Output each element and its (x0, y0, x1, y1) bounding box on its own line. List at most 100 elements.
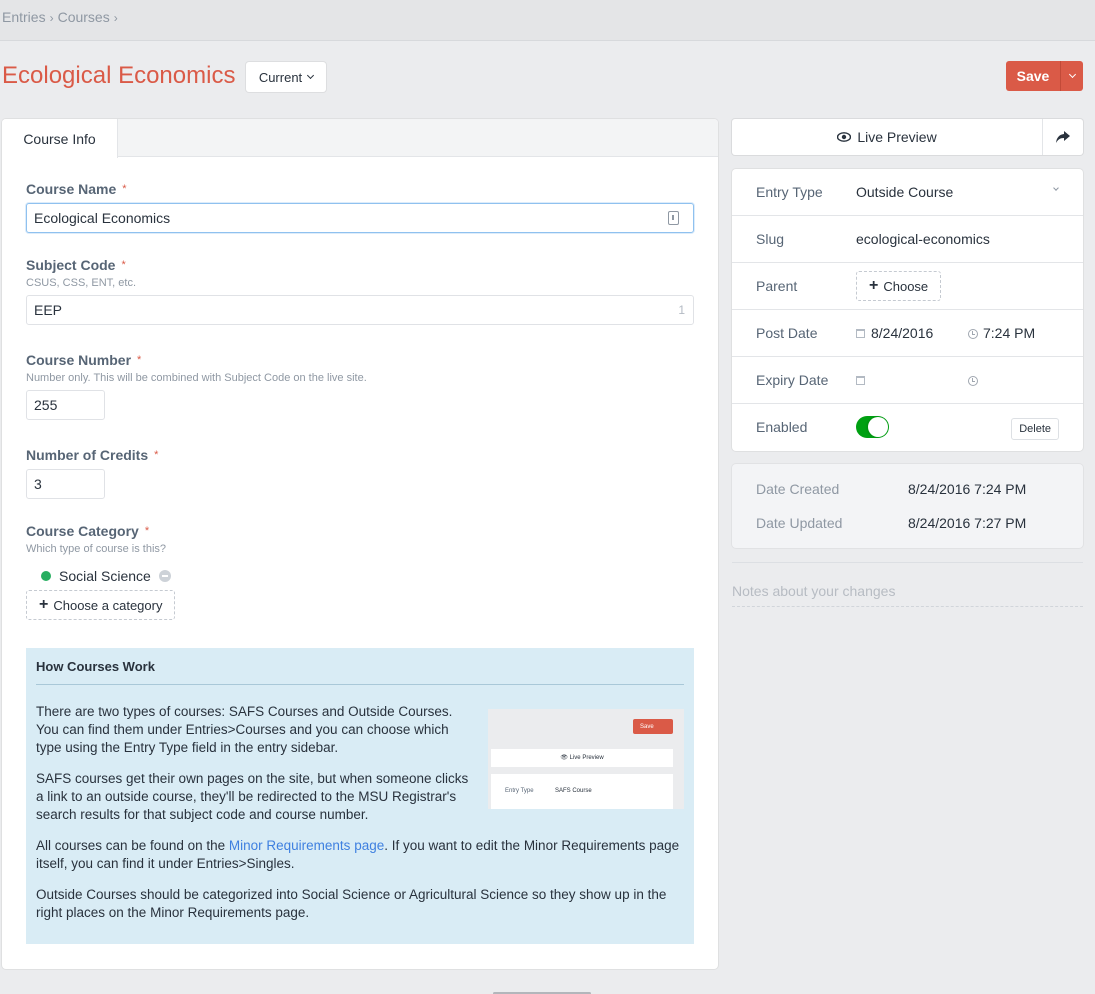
course-number-label: Course Number (26, 352, 132, 368)
enabled-toggle[interactable] (856, 416, 889, 438)
course-name-label: Course Name (26, 181, 117, 197)
choose-parent-label: Choose (883, 278, 929, 294)
entry-type-row: Entry Type Outside Course (732, 169, 1083, 216)
revision-menu-button[interactable]: Current (246, 62, 326, 92)
slug-input[interactable]: ecological-economics (856, 231, 990, 247)
entry-type-value: Outside Course (856, 184, 954, 200)
parent-row: Parent + Choose (732, 263, 1083, 310)
save-options-button[interactable] (1060, 61, 1083, 91)
expiry-date-input[interactable] (856, 372, 871, 388)
live-preview-bar: Live Preview (732, 119, 1083, 155)
calendar-icon (856, 329, 865, 338)
info-box-body: Save 👁 Live Preview Entry Type SAFS Cour… (36, 703, 684, 922)
minor-requirements-link[interactable]: Minor Requirements page (229, 838, 384, 853)
clock-icon (968, 329, 978, 339)
required-icon: * (154, 449, 159, 461)
subject-code-label: Subject Code (26, 257, 116, 273)
subject-code-instructions: CSUS, CSS, ENT, etc. (26, 277, 137, 289)
required-icon: * (137, 354, 142, 366)
tab-bar: Course Info (2, 119, 718, 158)
credits-value: 3 (34, 476, 42, 492)
breadcrumb: Entries › Courses › (2, 9, 122, 25)
breadcrumb-courses[interactable]: Courses (58, 9, 110, 25)
slug-label: Slug (756, 231, 785, 247)
course-number-field: Course Number * Number only. This will be… (26, 352, 694, 420)
subject-code-field: Subject Code * CSUS, CSS, ENT, etc. EEP 1 (26, 257, 694, 325)
post-date-input[interactable]: 8/24/2016 (856, 325, 933, 341)
example-live-preview-label: Live Preview (569, 755, 604, 761)
save-button[interactable]: Save (1006, 61, 1060, 91)
breadcrumb-separator: › (113, 11, 118, 25)
date-updated-label: Date Updated (756, 515, 843, 531)
course-name-value: Ecological Economics (34, 210, 171, 226)
chevron-down-icon (1053, 185, 1059, 191)
parent-label: Parent (756, 278, 798, 294)
divider (732, 562, 1083, 563)
post-date-label: Post Date (756, 325, 818, 341)
credits-field: Number of Credits * 3 (26, 447, 694, 499)
info-box: How Courses Work Save 👁 Live Preview Ent… (26, 648, 694, 944)
chevron-down-icon (307, 71, 315, 80)
breadcrumb-entries[interactable]: Entries (2, 9, 46, 25)
live-preview-label: Live Preview (857, 129, 937, 145)
live-preview-button[interactable]: Live Preview (732, 119, 1042, 155)
course-category-field: Course Category * Which type of course is… (26, 523, 694, 620)
char-counter: 1 (678, 303, 685, 317)
remove-icon[interactable] (158, 570, 171, 582)
entry-type-label: Entry Type (756, 184, 823, 200)
expiry-time-input[interactable] (968, 372, 983, 388)
subject-code-value: EEP (34, 302, 63, 318)
credits-label: Number of Credits (26, 447, 149, 463)
content-pane: Course Info Course Name * Ecological Econ… (2, 119, 718, 969)
example-save-label: Save (640, 723, 654, 730)
post-time-value: 7:24 PM (983, 325, 1036, 341)
expiry-date-label: Expiry Date (756, 372, 829, 388)
entry-dates-pane: Date Created 8/24/2016 7:24 PM Date Upda… (732, 464, 1083, 548)
plus-icon: + (869, 277, 879, 294)
course-number-value: 255 (34, 397, 58, 413)
revision-notes-input[interactable]: Notes about your changes (732, 583, 1083, 607)
post-time-input[interactable]: 7:24 PM (968, 325, 1035, 341)
clock-icon (968, 376, 978, 386)
subject-code-input[interactable]: EEP 1 (26, 295, 694, 325)
required-icon: * (122, 183, 127, 195)
entry-settings-pane: Entry Type Outside Course Slug ecologica… (732, 169, 1083, 451)
example-save-button: Save (633, 719, 673, 734)
course-category-label: Course Category (26, 523, 139, 539)
status-dot-icon (41, 571, 51, 581)
course-number-input[interactable]: 255 (26, 390, 105, 420)
post-date-row: Post Date 8/24/2016 7:24 PM (732, 310, 1083, 357)
date-created-label: Date Created (756, 481, 840, 497)
choose-category-label: Choose a category (53, 597, 163, 613)
entry-type-select[interactable]: Outside Course (856, 184, 1060, 200)
course-number-instructions: Number only. This will be combined with … (26, 372, 367, 384)
share-button[interactable] (1042, 119, 1083, 155)
example-entry-type-value: SAFS Course (555, 788, 592, 794)
breadcrumb-separator: › (49, 11, 54, 25)
example-screenshot-image: Save 👁 Live Preview Entry Type SAFS Cour… (488, 709, 684, 809)
share-icon (1056, 131, 1070, 143)
post-date-value: 8/24/2016 (871, 325, 934, 341)
example-entry-type-label: Entry Type (505, 788, 534, 794)
course-name-input[interactable]: Ecological Economics (26, 203, 694, 233)
plus-icon: + (39, 596, 49, 613)
required-icon: * (121, 259, 126, 271)
example-entry-type: Entry Type SAFS Course (491, 774, 673, 809)
delete-button[interactable]: Delete (1011, 418, 1059, 440)
info-box-title: How Courses Work (36, 648, 684, 685)
enabled-row: Enabled Delete (732, 404, 1083, 451)
tab-course-info[interactable]: Course Info (2, 119, 118, 158)
eye-icon (837, 132, 852, 142)
credits-input[interactable]: 3 (26, 469, 105, 499)
translation-lock-icon[interactable] (668, 211, 679, 225)
calendar-icon (856, 376, 865, 385)
category-item[interactable]: Social Science (41, 568, 694, 584)
required-icon: * (144, 525, 150, 537)
course-name-field: Course Name * Ecological Economics (26, 181, 694, 233)
date-updated-value: 8/24/2016 7:27 PM (908, 515, 1027, 531)
choose-category-button[interactable]: + Choose a category (26, 590, 176, 620)
save-button-group: Save (1006, 61, 1083, 91)
choose-parent-button[interactable]: + Choose (856, 271, 942, 301)
date-created-value: 8/24/2016 7:24 PM (908, 481, 1027, 497)
top-bar: Entries › Courses › (0, 0, 1095, 41)
